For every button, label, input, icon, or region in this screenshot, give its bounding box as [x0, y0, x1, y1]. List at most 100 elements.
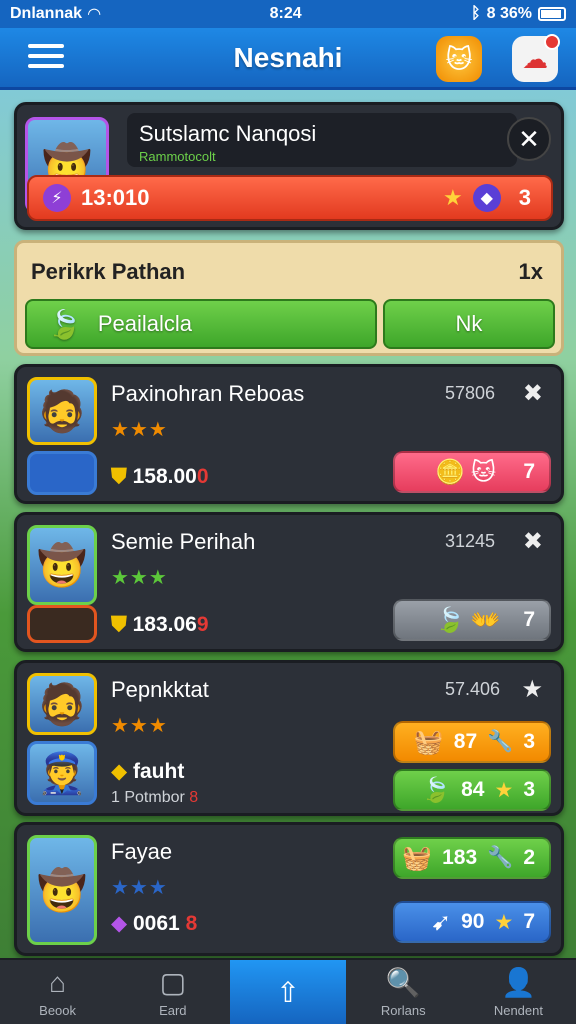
row-money: ◆ fauht — [111, 759, 184, 784]
team-badge — [27, 451, 97, 495]
bottom-nav: ⌂ Beook ▢ Eard ⇧ 🔍 Rorlans 👤 Nendent — [0, 958, 576, 1024]
accept-button[interactable]: 🍃 Peailalcla — [25, 299, 377, 349]
reward-pill[interactable]: 🧺 183 🔧 2 — [393, 837, 551, 879]
basket-icon: 🧺 — [413, 728, 444, 756]
resource-bar: ⚡ 13:010 ★ ◆ 3 — [27, 175, 553, 221]
row-money: ◆ 0061 8 — [111, 911, 197, 936]
nav-label: Eard — [159, 1003, 187, 1018]
wifi-icon: ◠ — [88, 6, 101, 23]
list-item[interactable]: 🧔 Paxinohran Reboas 57806 ✖ ★★★ ⛊ 158.00… — [14, 364, 564, 504]
leaf-icon: 🍃 — [435, 606, 465, 634]
player-name-box: Sutslamc Nanqosi Rammotocolt — [127, 113, 517, 167]
resource-count: 3 — [518, 185, 531, 210]
sub-suffix: 8 — [189, 789, 199, 806]
leaf-icon: 🍃 — [47, 308, 82, 340]
nav-item-home[interactable]: ⌂ Beook — [0, 960, 115, 1024]
character-avatar: 🧔 — [27, 377, 97, 445]
basket-icon: 🧺 — [402, 844, 433, 872]
energy-icon: ⚡ — [43, 184, 71, 212]
money-suffix: 9 — [196, 613, 209, 636]
status-bar: Dnlannak ◠ 8:24 ᛒ 8 36% — [0, 0, 576, 28]
sub-text: Potmbor — [124, 789, 185, 806]
pill-amount: 90 — [461, 910, 485, 933]
favorite-icon[interactable]: ✖ — [523, 527, 543, 556]
character-avatar: 🤠 — [27, 835, 97, 945]
pill-value: 7 — [523, 910, 535, 933]
ok-label: Nk — [455, 311, 483, 336]
bluetooth-icon: ᛒ — [471, 5, 481, 22]
row-name: Pepnkktat — [111, 677, 209, 702]
rating-stars: ★★★ — [111, 567, 168, 589]
list-item[interactable]: 🧔 👮 Pepnkktat 57.406 ★ ★★★ ◆ fauht 1 Pot… — [14, 660, 564, 816]
player-name: Sutslamc Nanqosi — [139, 121, 317, 146]
notification-dot — [544, 34, 560, 50]
money-value: 0061 — [133, 912, 180, 935]
list-item[interactable]: 🤠 Semie Perihah 31245 ✖ ★★★ ⛊ 183.069 🍃 👐… — [14, 512, 564, 652]
nav-item-cards[interactable]: ▢ Eard — [115, 960, 230, 1024]
money-value: 158.00 — [132, 465, 197, 488]
accept-label: Peailalcla — [97, 311, 193, 336]
gem-icon: ◆ — [111, 912, 128, 935]
row-money: ⛊ 158.000 — [111, 465, 209, 489]
row-money: ⛊ 183.069 — [111, 613, 209, 637]
row-number: 57806 — [445, 383, 496, 403]
row-number: 57.406 — [445, 679, 501, 699]
money-value: fauht — [133, 760, 185, 783]
coin-shop-icon[interactable]: 🐱 — [436, 36, 482, 82]
list-item[interactable]: 🤠 Fayae ★★★ ◆ 0061 8 🧺 183 🔧 2 ➹ 90 ★ 7 — [14, 822, 564, 956]
shield-icon: ⛊ — [111, 613, 127, 636]
ok-button[interactable]: Nk — [383, 299, 555, 349]
cards-icon: ▢ — [159, 967, 187, 998]
pill-amount: 183 — [442, 846, 478, 869]
home-icon: ⌂ — [49, 966, 67, 998]
battery-text: 8 36% — [486, 5, 532, 22]
pill-value: 2 — [523, 846, 535, 869]
row-name: Paxinohran Reboas — [111, 381, 305, 406]
star-icon: ★ — [494, 910, 514, 934]
star-icon: ★ — [494, 778, 514, 802]
nav-label: Beook — [39, 1002, 77, 1018]
share-icon: ⇧ — [276, 976, 300, 1008]
page-title: Nesnahi — [233, 41, 343, 73]
favorite-icon[interactable]: ✖ — [523, 379, 543, 408]
pill-value: 3 — [523, 778, 535, 801]
reward-pill[interactable]: 🍃 👐 7 — [393, 599, 551, 641]
rating-stars: ★★★ — [111, 419, 168, 441]
pill-amount: 87 — [453, 730, 478, 753]
reward-pill[interactable]: ➹ 90 ★ 7 — [393, 901, 551, 943]
wrench-icon: 🔧 — [487, 730, 514, 753]
nav-item-search[interactable]: 🔍 Rorlans — [346, 960, 461, 1024]
menu-icon[interactable] — [28, 44, 64, 72]
player-card: 🤠 Sutslamc Nanqosi Rammotocolt ✕ ⚡ 13:01… — [14, 102, 564, 230]
row-subtitle: 1 Potmbor 8 — [111, 789, 199, 806]
nav-item-profile[interactable]: 👤 Nendent — [461, 960, 576, 1024]
nav-item-share[interactable]: ⇧ — [230, 960, 346, 1024]
user-icon: 👤 — [500, 967, 536, 998]
player-subtitle: Rammotocolt — [139, 149, 216, 164]
reward-pill[interactable]: 🍃 84 ★ 3 — [393, 769, 551, 811]
nav-label: Nendent — [493, 1003, 543, 1018]
search-icon: 🔍 — [385, 967, 421, 998]
star-icon: ★ — [443, 185, 463, 210]
hand-icon: 👐 — [470, 606, 501, 634]
reward-pill[interactable]: 🧺 87 🔧 3 — [393, 721, 551, 763]
team-badge — [27, 605, 97, 643]
money-suffix: 0 — [196, 465, 209, 488]
pill-amount: 84 — [461, 778, 485, 801]
wrench-icon: 🔧 — [487, 846, 514, 869]
star-fav-icon[interactable]: ★ — [521, 675, 543, 704]
cat-icon: 🐱 — [470, 458, 496, 486]
leaf-icon: 🍃 — [421, 776, 452, 804]
resource-value: 13:010 — [81, 185, 150, 210]
banner-close-button[interactable]: 1x — [519, 259, 543, 285]
close-button[interactable]: ✕ — [507, 117, 551, 161]
reward-pill[interactable]: 🪙 🐱 7 — [393, 451, 551, 493]
notifications-icon[interactable]: ☁ — [512, 34, 560, 82]
app-header: Nesnahi 🐱 ☁ — [0, 28, 576, 90]
character-avatar-2: 👮 — [27, 741, 97, 805]
pill-value: 7 — [523, 460, 535, 483]
row-name: Semie Perihah — [111, 529, 256, 554]
offer-banner: Perikrk Pathan 1x 🍃 Peailalcla Nk — [14, 240, 564, 356]
character-avatar: 🧔 — [27, 673, 97, 735]
money-suffix: 8 — [185, 912, 198, 935]
